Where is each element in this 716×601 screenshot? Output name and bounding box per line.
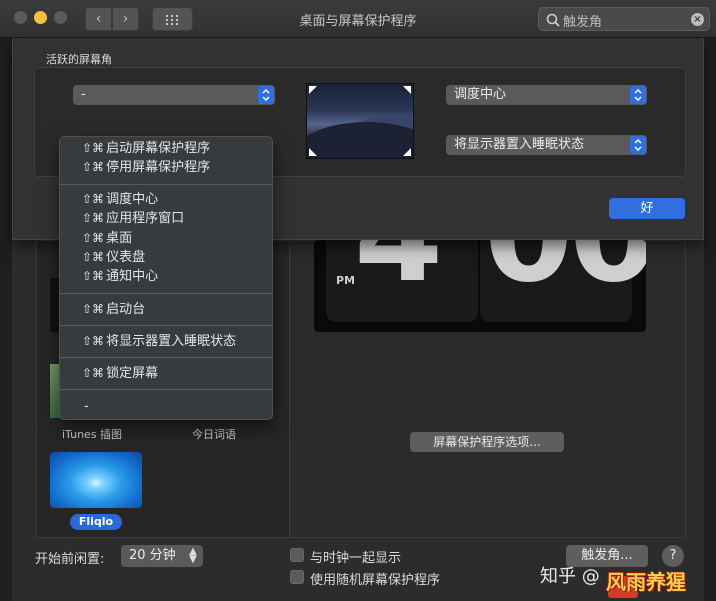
- menu-item-lock-screen[interactable]: ⇧⌘ 锁定屏幕: [82, 364, 158, 383]
- shift-command-icon: ⇧⌘: [82, 302, 105, 316]
- shift-command-icon: ⇧⌘: [82, 160, 105, 174]
- menu-item-display-sleep[interactable]: ⇧⌘ 将显示器置入睡眠状态: [82, 332, 236, 351]
- screensaver-options-button[interactable]: 屏幕保护程序选项...: [410, 432, 564, 452]
- bottom-left-corner-marker: [309, 148, 317, 156]
- idle-time-select[interactable]: 20 分钟 ▲ ▼: [121, 545, 203, 567]
- menu-item-disable-screensaver[interactable]: ⇧⌘ 停用屏幕保护程序: [82, 158, 210, 177]
- menu-item-start-screensaver[interactable]: ⇧⌘ 启动屏幕保护程序: [82, 139, 210, 158]
- menu-separator: [60, 325, 272, 326]
- top-left-corner-value: -: [81, 87, 86, 102]
- title-bar: ‹ › 桌面与屏幕保护程序 触发角 ×: [0, 0, 716, 38]
- popup-stepper-icon: [258, 86, 274, 104]
- random-screensaver-checkbox[interactable]: [290, 570, 304, 584]
- word-of-day-label: 今日词语: [192, 428, 236, 441]
- shift-command-icon: ⇧⌘: [82, 366, 105, 380]
- clock-hour: 4: [354, 240, 443, 311]
- fliqlo-label: Fliqlo: [70, 514, 122, 530]
- top-right-corner-marker: [403, 86, 411, 94]
- menu-item-notification-center[interactable]: ⇧⌘ 通知中心: [82, 267, 158, 286]
- popup-stepper-icon: [630, 136, 646, 154]
- bottom-right-corner-popup[interactable]: 将显示器置入睡眠状态: [446, 135, 647, 155]
- shift-command-icon: ⇧⌘: [82, 334, 105, 348]
- clock-ampm: PM: [336, 274, 356, 287]
- bottom-right-corner-value: 将显示器置入睡眠状态: [454, 137, 585, 152]
- help-button[interactable]: ?: [662, 545, 684, 567]
- clear-search-icon[interactable]: ×: [691, 13, 704, 26]
- idle-time-label: 开始前闲置:: [35, 552, 105, 567]
- desktop-preview-image: [306, 83, 414, 159]
- shift-command-icon: ⇧⌘: [82, 211, 105, 225]
- bottom-right-corner-marker: [403, 148, 411, 156]
- menu-separator: [60, 184, 272, 185]
- fliqlo-thumbnail[interactable]: [50, 452, 142, 508]
- search-field[interactable]: 触发角 ×: [538, 7, 710, 31]
- menu-separator: [60, 389, 272, 390]
- popup-stepper-icon: [630, 86, 646, 104]
- search-input[interactable]: 触发角: [563, 11, 602, 30]
- menu-item-none[interactable]: -: [82, 397, 89, 416]
- search-icon: [546, 13, 560, 27]
- top-left-corner-marker: [309, 86, 317, 94]
- watermark-text: 知乎 @: [540, 566, 600, 587]
- show-with-clock-checkbox[interactable]: [290, 548, 304, 562]
- shift-command-icon: ⇧⌘: [82, 269, 105, 283]
- shift-command-icon: ⇧⌘: [82, 192, 105, 206]
- corner-action-menu: ⇧⌘ 启动屏幕保护程序 ⇧⌘ 停用屏幕保护程序 ⇧⌘ 调度中心 ⇧⌘ 应用程序窗口 ⇧⌘…: [59, 136, 273, 420]
- top-right-corner-value: 调度中心: [454, 87, 507, 102]
- top-right-corner-popup[interactable]: 调度中心: [446, 85, 647, 105]
- menu-separator: [60, 357, 272, 358]
- top-left-corner-popup[interactable]: -: [73, 85, 275, 105]
- sheet-title: 活跃的屏幕角: [46, 53, 112, 66]
- menu-item-desktop[interactable]: ⇧⌘ 桌面: [82, 229, 132, 248]
- shift-command-icon: ⇧⌘: [82, 141, 105, 155]
- random-screensaver-label: 使用随机屏幕保护程序: [310, 573, 441, 588]
- shift-command-icon: ⇧⌘: [82, 231, 105, 245]
- menu-item-dashboard[interactable]: ⇧⌘ 仪表盘: [82, 248, 145, 267]
- menu-item-application-windows[interactable]: ⇧⌘ 应用程序窗口: [82, 209, 184, 228]
- watermark-logo-text: 风雨养猩: [606, 570, 686, 594]
- flip-clock-preview: 4 00 PM: [314, 240, 646, 332]
- ok-button[interactable]: 好: [609, 198, 685, 219]
- shift-command-icon: ⇧⌘: [82, 250, 105, 264]
- menu-item-launchpad[interactable]: ⇧⌘ 启动台: [82, 300, 145, 319]
- show-with-clock-label: 与时钟一起显示: [310, 551, 402, 566]
- clock-minutes: 00: [484, 240, 646, 311]
- menu-item-mission-control[interactable]: ⇧⌘ 调度中心: [82, 190, 158, 209]
- chevron-updown-icon: ▲ ▼: [189, 546, 197, 565]
- menu-separator: [60, 293, 272, 294]
- itunes-artwork-label: iTunes 插图: [62, 428, 123, 441]
- idle-time-value: 20 分钟: [129, 548, 176, 563]
